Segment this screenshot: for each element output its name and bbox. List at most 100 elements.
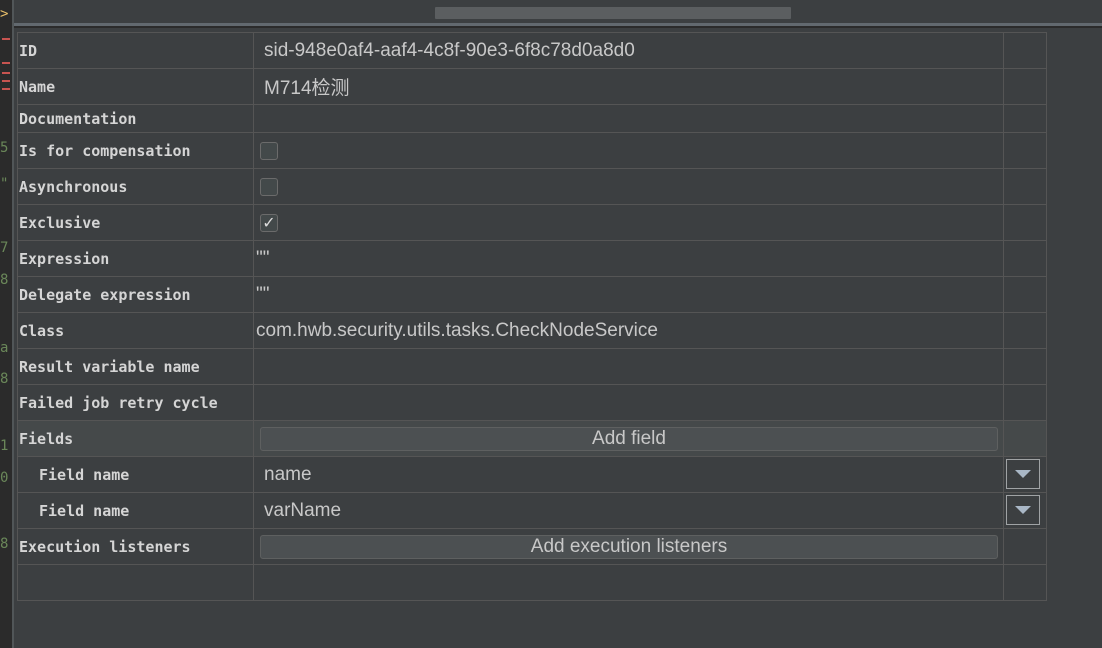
row-spacer bbox=[1004, 241, 1046, 276]
gutter-line-number: 7 bbox=[0, 240, 9, 256]
field-name-label: Field name bbox=[18, 493, 254, 528]
fields-cell: Add field bbox=[254, 421, 1004, 456]
row-spacer bbox=[1004, 421, 1046, 456]
property-label: Class bbox=[18, 313, 254, 348]
row-spacer bbox=[1004, 565, 1046, 600]
property-label: Is for compensation bbox=[18, 133, 254, 168]
add-execution-listeners-button[interactable]: Add execution listeners bbox=[260, 535, 998, 559]
row-spacer bbox=[1004, 133, 1046, 168]
horizontal-scrollbar-thumb[interactable] bbox=[435, 7, 791, 19]
class-field[interactable]: com.hwb.security.utils.tasks.CheckNodeSe… bbox=[254, 313, 1004, 348]
panel-divider-shadow bbox=[14, 26, 1102, 28]
field-name-label: Field name bbox=[18, 457, 254, 492]
gutter-line-number: 5 bbox=[0, 140, 9, 156]
property-row-result-variable: Result variable name bbox=[18, 348, 1046, 384]
asynchronous-cell bbox=[254, 169, 1004, 204]
field-name-input[interactable]: varName bbox=[254, 493, 1004, 528]
row-spacer bbox=[1004, 169, 1046, 204]
gutter-line-number: 0 bbox=[0, 470, 9, 486]
property-row-exclusive: Exclusive ✓ bbox=[18, 204, 1046, 240]
id-value: sid-948e0af4-aaf4-4c8f-90e3-6f8c78d0a8d0 bbox=[264, 39, 635, 61]
fold-chevron-icon: > bbox=[0, 6, 9, 22]
compensation-cell bbox=[254, 133, 1004, 168]
name-value: M714检测 bbox=[264, 78, 350, 99]
properties-table: ID sid-948e0af4-aaf4-4c8f-90e3-6f8c78d0a… bbox=[17, 32, 1047, 601]
property-label: ID bbox=[18, 33, 254, 68]
property-row-execution-listeners: Execution listeners Add execution listen… bbox=[18, 528, 1046, 564]
property-row-expression: Expression "" bbox=[18, 240, 1046, 276]
expression-field[interactable]: "" bbox=[254, 241, 1004, 276]
property-row-class: Class com.hwb.security.utils.tasks.Check… bbox=[18, 312, 1046, 348]
property-label: Name bbox=[18, 69, 254, 104]
field-name-input[interactable]: name bbox=[254, 457, 1004, 492]
dropdown-cell bbox=[1004, 457, 1046, 492]
field-row: Field name name bbox=[18, 456, 1046, 492]
property-row-name: Name M714检测 bbox=[18, 68, 1046, 104]
property-row-documentation: Documentation bbox=[18, 104, 1046, 132]
error-marker bbox=[2, 88, 10, 90]
checkmark-icon: ✓ bbox=[262, 213, 276, 232]
gutter-line-number: 1 bbox=[0, 438, 9, 454]
name-field[interactable]: M714检测 bbox=[254, 69, 1004, 104]
property-label: Fields bbox=[18, 421, 254, 456]
property-row-id: ID sid-948e0af4-aaf4-4c8f-90e3-6f8c78d0a… bbox=[18, 32, 1046, 68]
row-spacer bbox=[1004, 277, 1046, 312]
property-label: Result variable name bbox=[18, 349, 254, 384]
property-label: Documentation bbox=[18, 105, 254, 132]
empty-row bbox=[18, 564, 1046, 600]
field-name-value: name bbox=[264, 463, 312, 485]
result-variable-field[interactable] bbox=[254, 349, 1004, 384]
editor-gutter: > 5 " 7 8 a 8 1 0 8 bbox=[0, 0, 12, 648]
property-label: Expression bbox=[18, 241, 254, 276]
row-spacer bbox=[1004, 529, 1046, 564]
class-value: com.hwb.security.utils.tasks.CheckNodeSe… bbox=[256, 319, 658, 341]
id-field[interactable]: sid-948e0af4-aaf4-4c8f-90e3-6f8c78d0a8d0 bbox=[254, 33, 1004, 68]
property-label: Failed job retry cycle bbox=[18, 385, 254, 420]
field-name-value: varName bbox=[264, 499, 342, 521]
row-spacer bbox=[1004, 105, 1046, 132]
error-marker bbox=[2, 72, 10, 74]
retry-cycle-field[interactable] bbox=[254, 385, 1004, 420]
field-row: Field name varName bbox=[18, 492, 1046, 528]
gutter-line-number: 8 bbox=[0, 371, 9, 387]
row-spacer bbox=[1004, 69, 1046, 104]
empty-cell bbox=[18, 565, 254, 600]
property-label: Exclusive bbox=[18, 205, 254, 240]
property-row-retry-cycle: Failed job retry cycle bbox=[18, 384, 1046, 420]
execution-listeners-cell: Add execution listeners bbox=[254, 529, 1004, 564]
property-label: Execution listeners bbox=[18, 529, 254, 564]
row-spacer bbox=[1004, 385, 1046, 420]
field-expand-button[interactable] bbox=[1006, 495, 1040, 525]
row-spacer bbox=[1004, 349, 1046, 384]
property-label: Delegate expression bbox=[18, 277, 254, 312]
property-label: Asynchronous bbox=[18, 169, 254, 204]
gutter-line-number: 8 bbox=[0, 272, 9, 288]
row-spacer bbox=[1004, 313, 1046, 348]
row-spacer bbox=[1004, 33, 1046, 68]
row-spacer bbox=[1004, 205, 1046, 240]
gutter-line-number: a bbox=[0, 340, 9, 356]
gutter-divider bbox=[12, 0, 14, 648]
gutter-line-number: 8 bbox=[0, 536, 9, 552]
property-row-compensation: Is for compensation bbox=[18, 132, 1046, 168]
chevron-down-icon bbox=[1015, 506, 1031, 514]
gutter-line-number: " bbox=[0, 176, 9, 192]
expression-value: "" bbox=[256, 247, 270, 269]
compensation-checkbox[interactable] bbox=[260, 141, 278, 160]
empty-cell bbox=[254, 565, 1004, 600]
asynchronous-checkbox[interactable] bbox=[260, 177, 278, 196]
error-marker bbox=[2, 38, 10, 40]
delegate-expression-field[interactable]: "" bbox=[254, 277, 1004, 312]
exclusive-checkbox[interactable]: ✓ bbox=[260, 213, 278, 232]
add-field-button[interactable]: Add field bbox=[260, 427, 998, 451]
error-marker bbox=[2, 62, 10, 64]
documentation-field[interactable] bbox=[254, 105, 1004, 132]
property-row-asynchronous: Asynchronous bbox=[18, 168, 1046, 204]
dropdown-cell bbox=[1004, 493, 1046, 528]
error-marker bbox=[2, 80, 10, 82]
field-expand-button[interactable] bbox=[1006, 459, 1040, 489]
delegate-expression-value: "" bbox=[256, 283, 270, 305]
property-row-delegate-expression: Delegate expression "" bbox=[18, 276, 1046, 312]
chevron-down-icon bbox=[1015, 470, 1031, 478]
property-row-fields: Fields Add field bbox=[18, 420, 1046, 456]
